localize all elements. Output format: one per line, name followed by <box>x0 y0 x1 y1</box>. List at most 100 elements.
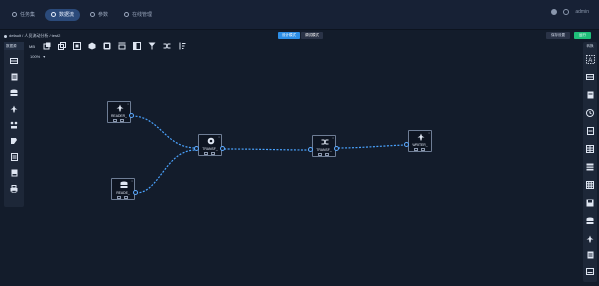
node-output-port[interactable] <box>129 113 134 118</box>
file-text-icon[interactable] <box>9 168 19 178</box>
save-settings-button[interactable]: 保存设置 <box>546 32 570 39</box>
node-writer[interactable]: × WRITER_ <box>408 130 432 152</box>
edge-reader2-trans1 <box>135 149 197 194</box>
layer-icon[interactable] <box>103 42 111 50</box>
online-icon <box>124 12 130 17</box>
grid-icon[interactable] <box>585 180 595 190</box>
node-input-port[interactable] <box>194 146 199 151</box>
close-icon[interactable]: × <box>131 179 133 183</box>
align-icon[interactable] <box>118 42 126 50</box>
top-nav: 任务集 数据流 参数 在线管理 admin <box>0 0 599 30</box>
file-text-icon[interactable] <box>585 250 595 260</box>
breadcrumb-dot-icon <box>4 34 7 38</box>
tab-dataflow[interactable]: 数据流 <box>45 8 81 21</box>
delete-icon[interactable] <box>325 153 329 156</box>
tab-task-set-label: 任务集 <box>20 12 36 18</box>
node-input-port[interactable] <box>404 142 409 147</box>
connector-icon[interactable] <box>9 136 19 146</box>
tab-online-label: 在线管理 <box>132 12 153 18</box>
node-label: READER_ <box>110 114 128 118</box>
node-input-port[interactable] <box>308 147 313 152</box>
database-icon[interactable] <box>9 88 19 98</box>
node-reader-1[interactable]: × READER_ <box>107 101 131 123</box>
save-icon[interactable] <box>585 198 595 208</box>
clock-icon[interactable] <box>585 108 595 118</box>
edit-icon[interactable] <box>318 153 322 156</box>
zoom-level: 100% <box>30 54 41 59</box>
form-icon[interactable] <box>585 72 595 82</box>
node-transform-1[interactable]: × TRANSF_ <box>198 134 222 156</box>
edge-trans2-writer <box>337 144 406 149</box>
zoom-control[interactable]: 100% ▾ <box>30 54 45 59</box>
plane-icon[interactable] <box>585 234 595 244</box>
delete-icon[interactable] <box>421 148 425 151</box>
node-actions <box>414 148 425 151</box>
panel-icon[interactable] <box>133 42 141 50</box>
form-icon[interactable] <box>9 56 19 66</box>
node-transform-2[interactable]: × TRANSF_ <box>312 135 336 157</box>
text-tool-icon[interactable]: MB <box>28 42 36 50</box>
shuffle-icon[interactable] <box>163 42 171 50</box>
delete-icon[interactable] <box>120 119 124 122</box>
run-button[interactable]: 运行 <box>574 32 591 39</box>
node-actions <box>117 196 128 199</box>
printer-icon[interactable] <box>9 184 19 194</box>
sort-icon[interactable] <box>178 42 186 50</box>
chevron-down-icon: ▾ <box>43 54 46 59</box>
tab-task-set[interactable]: 任务集 <box>6 9 41 21</box>
table-icon[interactable] <box>585 162 595 172</box>
file-icon[interactable] <box>585 126 595 136</box>
copy-icon[interactable] <box>43 42 51 50</box>
database-icon[interactable] <box>585 216 595 226</box>
gear-icon <box>206 137 215 145</box>
document-icon[interactable] <box>9 72 19 82</box>
close-icon[interactable]: × <box>218 135 220 139</box>
network-icon[interactable] <box>9 120 19 130</box>
filter-icon[interactable] <box>148 42 156 50</box>
settings-icon[interactable] <box>551 9 558 15</box>
plane-icon[interactable] <box>9 104 19 114</box>
dataflow-icon <box>51 12 57 17</box>
mode-switch: 设计模式 调试模式 <box>278 32 323 39</box>
edit-icon[interactable] <box>204 152 208 155</box>
keyboard-icon[interactable] <box>585 266 595 276</box>
user-name[interactable]: admin <box>575 9 589 15</box>
edge-trans1-trans2 <box>223 148 311 151</box>
tab-online[interactable]: 在线管理 <box>118 9 158 21</box>
node-output-port[interactable] <box>334 146 339 151</box>
close-icon[interactable]: × <box>332 136 334 140</box>
node-label: WRITER_ <box>412 143 428 147</box>
close-icon[interactable]: × <box>127 102 129 106</box>
tab-params[interactable]: 参数 <box>84 9 114 21</box>
debug-mode-button[interactable]: 调试模式 <box>301 32 323 39</box>
cube-icon[interactable] <box>88 42 96 50</box>
document-icon[interactable] <box>585 90 595 100</box>
breadcrumb-text: default / 人员流动分析 / test2 <box>9 33 61 38</box>
node-output-port[interactable] <box>133 190 138 195</box>
file-list-icon[interactable] <box>9 152 19 162</box>
edit-icon[interactable] <box>113 119 117 122</box>
node-actions <box>204 152 215 155</box>
left-component-panel: 数据源 <box>4 42 24 207</box>
node-actions <box>318 153 329 156</box>
node-actions <box>113 119 124 122</box>
node-label: TRANSF_ <box>316 148 332 152</box>
node-reader-2[interactable]: × READE_ <box>111 178 135 200</box>
delete-icon[interactable] <box>211 152 215 155</box>
help-icon[interactable] <box>563 9 570 15</box>
delete-icon[interactable] <box>124 196 128 199</box>
paste-icon[interactable] <box>58 42 66 50</box>
edit-icon[interactable] <box>117 196 121 199</box>
duplicate-icon[interactable] <box>73 42 81 50</box>
node-label: TRANSF_ <box>202 147 218 151</box>
edit-icon[interactable] <box>414 148 418 151</box>
tab-dataflow-label: 数据流 <box>59 12 75 18</box>
spreadsheet-icon[interactable] <box>585 144 595 154</box>
text-box-icon[interactable]: A <box>585 54 595 64</box>
left-panel-title: 数据源 <box>4 42 24 50</box>
close-icon[interactable]: × <box>428 131 430 135</box>
svg-text:A: A <box>588 58 592 64</box>
design-mode-button[interactable]: 设计模式 <box>278 32 300 39</box>
node-output-port[interactable] <box>220 146 225 151</box>
task-set-icon <box>12 12 17 17</box>
